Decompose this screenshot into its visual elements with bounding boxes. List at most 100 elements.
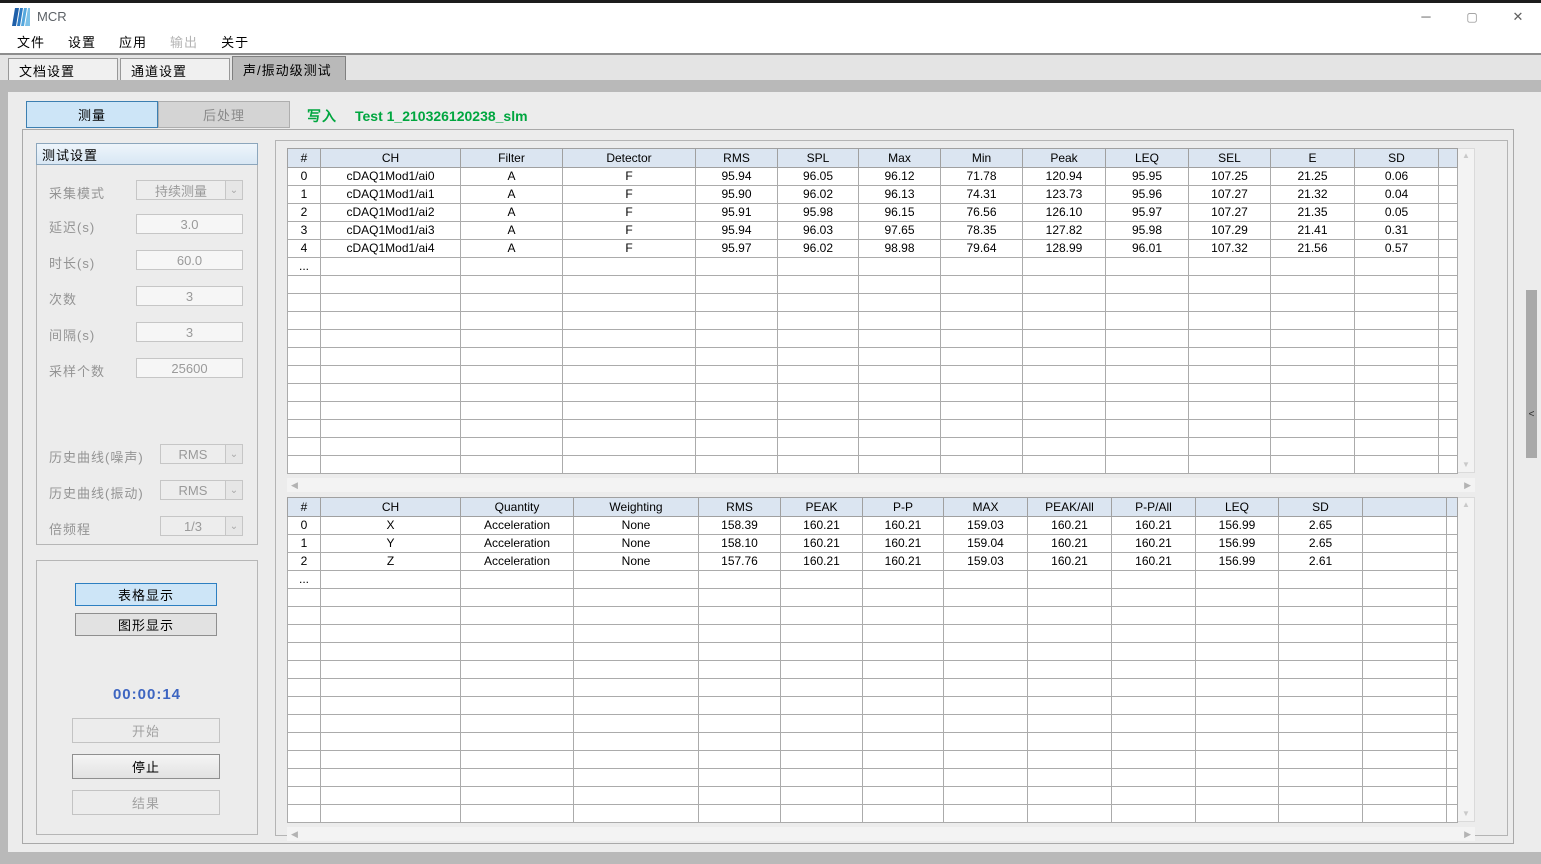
table-row[interactable]: 1YAccelerationNone158.10160.21160.21159.… [288,535,1458,553]
column-header[interactable]: CH [321,498,461,517]
column-header[interactable]: MAX [944,498,1028,517]
column-header[interactable]: Quantity [461,498,574,517]
history-vibration-select[interactable]: RMS ⌄ [160,480,243,500]
column-header[interactable]: Max [859,149,941,168]
scroll-left-icon[interactable]: ◀ [291,830,298,839]
column-header[interactable]: SD [1355,149,1439,168]
column-header[interactable]: Peak [1023,149,1106,168]
chevron-down-icon[interactable]: ⌄ [225,445,242,463]
count-input[interactable]: 3 [136,286,243,306]
cell [321,769,461,787]
vertical-scrollbar[interactable]: ▲ ▼ [1458,497,1475,822]
stop-button[interactable]: 停止 [72,754,220,779]
history-noise-select[interactable]: RMS ⌄ [160,444,243,464]
column-header[interactable]: LEQ [1106,149,1189,168]
cell [1447,643,1458,661]
column-header[interactable] [1363,498,1447,517]
table-row[interactable]: 3cDAQ1Mod1/ai3AF95.9496.0397.6578.35127.… [288,222,1458,240]
column-header[interactable]: Weighting [574,498,699,517]
acquisition-mode-select[interactable]: 持续测量 ⌄ [136,180,243,200]
menu-item-about[interactable]: 关于 [219,30,251,53]
cell: 107.29 [1189,222,1271,240]
cell [321,276,461,294]
scroll-up-icon[interactable]: ▲ [1462,152,1470,160]
samples-input[interactable]: 25600 [136,358,243,378]
horizontal-scrollbar[interactable]: ◀ ▶ [287,478,1475,492]
field-label: 时长(s) [49,253,95,272]
column-header[interactable]: E [1271,149,1355,168]
cell [944,787,1028,805]
maximize-icon[interactable]: ▢ [1449,3,1495,30]
column-header[interactable]: SPL [778,149,859,168]
cell [288,276,321,294]
cell [1355,312,1439,330]
column-header[interactable]: # [288,498,321,517]
column-header[interactable]: SEL [1189,149,1271,168]
cell [563,330,696,348]
table-row[interactable]: 1cDAQ1Mod1/ai1AF95.9096.0296.1374.31123.… [288,186,1458,204]
close-icon[interactable]: ✕ [1495,3,1541,30]
column-header[interactable]: P-P [863,498,944,517]
menu-item-apply[interactable]: 应用 [117,30,149,53]
cell: 158.10 [699,535,781,553]
cell: 98.98 [859,240,941,258]
interval-input[interactable]: 3 [136,322,243,342]
table-view-button[interactable]: 表格显示 [75,583,217,606]
scroll-right-icon[interactable]: ▶ [1464,481,1471,490]
tab-document-settings[interactable]: 文档设置 [8,58,118,82]
cell [944,607,1028,625]
delay-input[interactable]: 3.0 [136,214,243,234]
scroll-left-icon[interactable]: ◀ [291,481,298,490]
chevron-down-icon[interactable]: ⌄ [225,181,242,199]
graph-view-button[interactable]: 图形显示 [75,613,217,636]
column-header[interactable]: PEAK [781,498,863,517]
menu-item-settings[interactable]: 设置 [66,30,98,53]
cell [944,751,1028,769]
scroll-down-icon[interactable]: ▼ [1462,461,1470,469]
field-label: 历史曲线(振动) [49,483,144,502]
table-row[interactable]: 4cDAQ1Mod1/ai4AF95.9796.0298.9879.64128.… [288,240,1458,258]
tab-sound-vibration-test[interactable]: 声/振动级测试 [232,56,346,82]
vertical-scrollbar[interactable]: ▲ ▼ [1458,148,1475,473]
column-header[interactable]: P-P/All [1112,498,1196,517]
octave-select[interactable]: 1/3 ⌄ [160,516,243,536]
column-header[interactable] [1439,149,1458,168]
minimize-icon[interactable]: ─ [1403,3,1449,30]
table-row[interactable]: 0cDAQ1Mod1/ai0AF95.9496.0596.1271.78120.… [288,168,1458,186]
column-header[interactable]: PEAK/All [1028,498,1112,517]
duration-input[interactable]: 60.0 [136,250,243,270]
column-header[interactable]: Min [941,149,1023,168]
scroll-down-icon[interactable]: ▼ [1462,810,1470,818]
cell [1355,366,1439,384]
column-header[interactable]: LEQ [1196,498,1279,517]
menu-item-file[interactable]: 文件 [15,30,47,53]
table-row[interactable]: 2ZAccelerationNone157.76160.21160.21159.… [288,553,1458,571]
cell [778,348,859,366]
cell [321,679,461,697]
tab-channel-settings[interactable]: 通道设置 [120,58,230,82]
cell [461,589,574,607]
column-header[interactable]: # [288,149,321,168]
measure-mode-button[interactable]: 测量 [26,101,158,128]
cell [1447,589,1458,607]
cell [941,258,1023,276]
column-header[interactable]: RMS [699,498,781,517]
panel-collapse-handle[interactable]: < [1526,290,1537,458]
column-header[interactable]: CH [321,149,461,168]
cell [859,276,941,294]
scroll-up-icon[interactable]: ▲ [1462,501,1470,509]
column-header[interactable] [1447,498,1458,517]
cell [574,769,699,787]
scroll-right-icon[interactable]: ▶ [1464,830,1471,839]
column-header[interactable]: Detector [563,149,696,168]
chevron-down-icon[interactable]: ⌄ [225,517,242,535]
cell [574,661,699,679]
table-row[interactable]: 2cDAQ1Mod1/ai2AF95.9195.9896.1576.56126.… [288,204,1458,222]
column-header[interactable]: SD [1279,498,1363,517]
table-row[interactable]: 0XAccelerationNone158.39160.21160.21159.… [288,517,1458,535]
field-label: 延迟(s) [49,217,95,236]
chevron-down-icon[interactable]: ⌄ [225,481,242,499]
column-header[interactable]: Filter [461,149,563,168]
column-header[interactable]: RMS [696,149,778,168]
horizontal-scrollbar[interactable]: ◀ ▶ [287,827,1475,841]
